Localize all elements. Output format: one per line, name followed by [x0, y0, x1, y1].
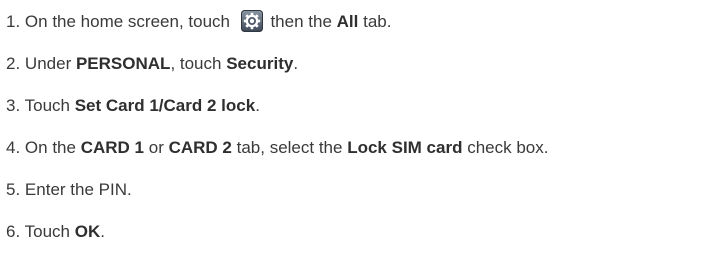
step-2: 2. Under PERSONAL, touch Security.: [6, 52, 298, 76]
settings-gear-icon: [240, 10, 263, 32]
checkbox-name-lock-sim: Lock SIM card: [347, 138, 463, 157]
step-text: On the home screen, touch: [24, 12, 230, 31]
step-number: 4.: [6, 138, 21, 157]
section-name-personal: PERSONAL: [75, 54, 171, 73]
step-text: , touch: [170, 54, 222, 73]
step-number: 5.: [6, 180, 21, 199]
step-number: 2.: [6, 54, 21, 73]
step-text: Under: [24, 54, 72, 73]
step-6: 6. Touch OK.: [6, 220, 105, 244]
step-number: 3.: [6, 96, 21, 115]
step-text: Enter the PIN.: [24, 180, 132, 199]
step-1: 1. On the home screen, touch then the Al…: [6, 10, 391, 34]
step-number: 6.: [6, 222, 21, 241]
step-text: On the: [24, 138, 76, 157]
step-text: tab, select the: [236, 138, 343, 157]
step-text: .: [100, 222, 105, 241]
tab-name-card-1: CARD 1: [80, 138, 144, 157]
button-name-ok: OK: [74, 222, 101, 241]
step-4: 4. On the CARD 1 or CARD 2 tab, select t…: [6, 136, 548, 160]
step-text: Touch: [24, 96, 70, 115]
step-text: .: [255, 96, 260, 115]
step-text: then the: [270, 12, 332, 31]
step-number: 1.: [6, 12, 21, 31]
tab-name-all: All: [336, 12, 359, 31]
step-3: 3. Touch Set Card 1/Card 2 lock.: [6, 94, 260, 118]
step-text: Touch: [24, 222, 70, 241]
tab-name-card-2: CARD 2: [168, 138, 232, 157]
step-text: .: [293, 54, 299, 73]
menu-name-security: Security: [226, 54, 294, 73]
option-name-set-card-lock: Set Card 1/Card 2 lock: [74, 96, 256, 115]
step-text: or: [148, 138, 164, 157]
step-text: tab.: [363, 12, 392, 31]
step-5: 5. Enter the PIN.: [6, 178, 132, 202]
step-text: check box.: [467, 138, 549, 157]
